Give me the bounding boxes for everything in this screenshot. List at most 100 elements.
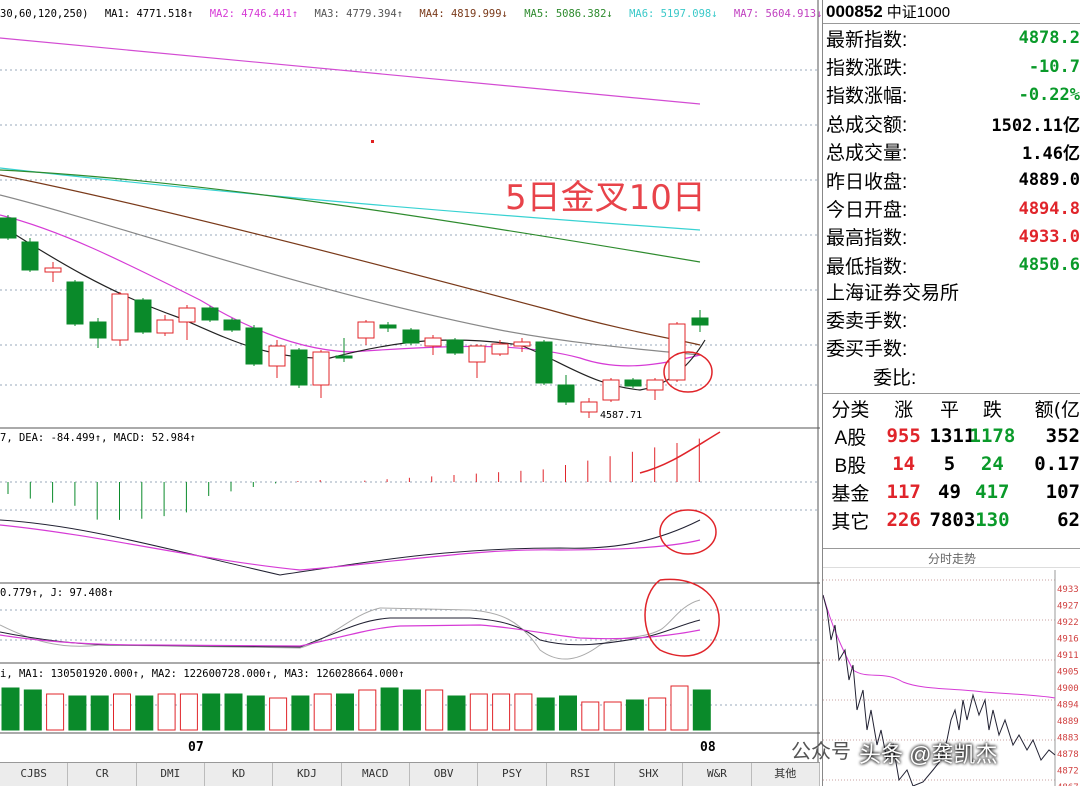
- cell-flat: 5: [943, 453, 956, 476]
- watermark-author: 头条 @龚凯杰: [859, 742, 998, 767]
- cell-down: 417: [975, 481, 1010, 504]
- volume-bar: [559, 695, 577, 731]
- candle-body: [66, 281, 84, 325]
- volume-bar: [224, 693, 243, 731]
- quote-label: 最新指数:: [826, 29, 908, 51]
- tab-wr[interactable]: W&R: [683, 763, 752, 786]
- mini-tick-label: 4894: [1057, 701, 1079, 711]
- volume-bar: [23, 689, 42, 731]
- volume-bar: [269, 697, 288, 731]
- tab-other[interactable]: 其他: [752, 763, 820, 786]
- volume-bar: [625, 699, 644, 731]
- candle-body: [691, 317, 709, 326]
- cell-up: 117: [886, 481, 921, 504]
- mini-tick-label: 4889: [1057, 717, 1079, 727]
- header-amount: 额(亿: [1034, 398, 1080, 421]
- cell-flat: 7803: [929, 509, 976, 532]
- volume-bar: [358, 689, 377, 731]
- tab-kdj[interactable]: KDJ: [273, 763, 342, 786]
- intraday-title: 分时走势: [823, 548, 1080, 568]
- mini-tick-label: 4922: [1057, 618, 1079, 628]
- quote-value: 4850.6: [1018, 255, 1080, 276]
- mini-tick-label: 4878: [1057, 750, 1079, 760]
- cell-up: 955: [886, 425, 921, 448]
- volume-bar: [603, 701, 622, 731]
- quote-value: 4889.0: [1018, 170, 1080, 191]
- quote-row: 总成交量: 1.46亿: [823, 138, 1080, 166]
- candle-body: [379, 324, 397, 329]
- quote-row: 总成交额: 1502.11亿: [823, 109, 1080, 137]
- candle-body: [535, 341, 553, 384]
- header-category: 分类: [831, 399, 870, 421]
- quote-row: 指数涨跌: -10.7: [823, 52, 1080, 80]
- candle-body: [245, 327, 263, 365]
- volume-bar: [135, 695, 154, 731]
- mini-tick-label: 4883: [1057, 734, 1079, 744]
- tab-macd[interactable]: MACD: [342, 763, 410, 786]
- mini-tick-label: 4911: [1057, 651, 1079, 661]
- cell-down: 130: [975, 509, 1010, 532]
- quote-label: 最高指数:: [826, 228, 908, 250]
- volume-bar: [313, 693, 332, 731]
- candle-body: [201, 307, 219, 321]
- volume-bar: [692, 689, 711, 731]
- cell-flat: 49: [938, 481, 961, 504]
- candle-body: [446, 339, 464, 354]
- quote-row: 最新指数: 4878.2: [823, 24, 1080, 52]
- volume-bar: [113, 693, 131, 731]
- mini-tick-label: 4905: [1057, 668, 1079, 678]
- month-label-08: 08: [700, 740, 716, 755]
- candle-body: [21, 241, 39, 271]
- volume-legend: i, MA1: 130501920.000↑, MA2: 122600728.0…: [0, 668, 405, 680]
- candle-body: [424, 337, 442, 347]
- quote-value: 4894.8: [1018, 198, 1080, 219]
- cell-category: B股: [834, 455, 867, 477]
- exchange-name: 上海证券交易所: [826, 282, 960, 304]
- candle-body: [44, 267, 62, 273]
- tab-kd[interactable]: KD: [205, 763, 274, 786]
- tab-shx[interactable]: SHX: [615, 763, 684, 786]
- mini-tick-label: 4872: [1057, 767, 1079, 777]
- table-row: B股 14 5 24 0.17: [823, 450, 1080, 478]
- header-up: 涨: [894, 398, 914, 421]
- market-breadth-table: 分类 涨 平 跌 额(亿 A股 955 1311 1178 352 B股 14 5 24 0.17…: [823, 393, 1080, 534]
- kdj-legend: 0.779↑, J: 97.408↑: [0, 587, 114, 599]
- tab-rsi[interactable]: RSI: [547, 763, 615, 786]
- volume-bar: [581, 701, 600, 731]
- quote-panel: 000852 中证1000 最新指数: 4878.2 指数涨跌: -10.7 指数涨幅: -…: [791, 0, 1080, 786]
- volume-bar: [179, 693, 198, 731]
- volume-bar: [514, 693, 533, 731]
- candle-body: [357, 321, 375, 339]
- quote-row: 最高指数: 4933.0: [823, 223, 1080, 251]
- quote-row: 昨日收盘: 4889.0: [823, 166, 1080, 194]
- candle-body: [557, 384, 575, 403]
- quote-value: 4933.0: [1018, 226, 1080, 247]
- volume-bar: [336, 693, 354, 731]
- price-chart-svg: [0, 0, 820, 762]
- tab-psy[interactable]: PSY: [478, 763, 547, 786]
- volume-bar: [202, 693, 221, 731]
- quote-row: 今日开盘: 4894.8: [823, 194, 1080, 222]
- tab-cjbs[interactable]: CJBS: [0, 763, 69, 786]
- volume-bar: [469, 693, 488, 731]
- candle-body: [402, 329, 420, 344]
- candle-body: [624, 379, 642, 387]
- index-name: 中证1000: [886, 4, 951, 21]
- tab-obv[interactable]: OBV: [410, 763, 479, 786]
- volume-bar: [402, 689, 421, 731]
- tab-dmi[interactable]: DMI: [137, 763, 205, 786]
- tab-cr[interactable]: CR: [68, 763, 137, 786]
- cell-up: 14: [892, 453, 916, 476]
- quote-label: 今日开盘:: [826, 200, 908, 222]
- cell-category: A股: [834, 427, 867, 449]
- table-row: 其它 226 7803 130 62: [823, 506, 1080, 534]
- candle-body: [268, 345, 286, 367]
- quote-label: 总成交额:: [826, 114, 908, 136]
- kline-chart-area[interactable]: 30,60,120,250) MA1: 4771.518↑ MA2: 4746.…: [0, 0, 822, 786]
- candle-body: [646, 379, 664, 391]
- index-code: 000852: [826, 2, 883, 21]
- candle-body: [134, 299, 152, 333]
- quote-row: 指数涨幅: -0.22%: [823, 81, 1080, 109]
- watermark-text: 公众号: [791, 741, 851, 763]
- cell-amount: 107: [1045, 481, 1080, 504]
